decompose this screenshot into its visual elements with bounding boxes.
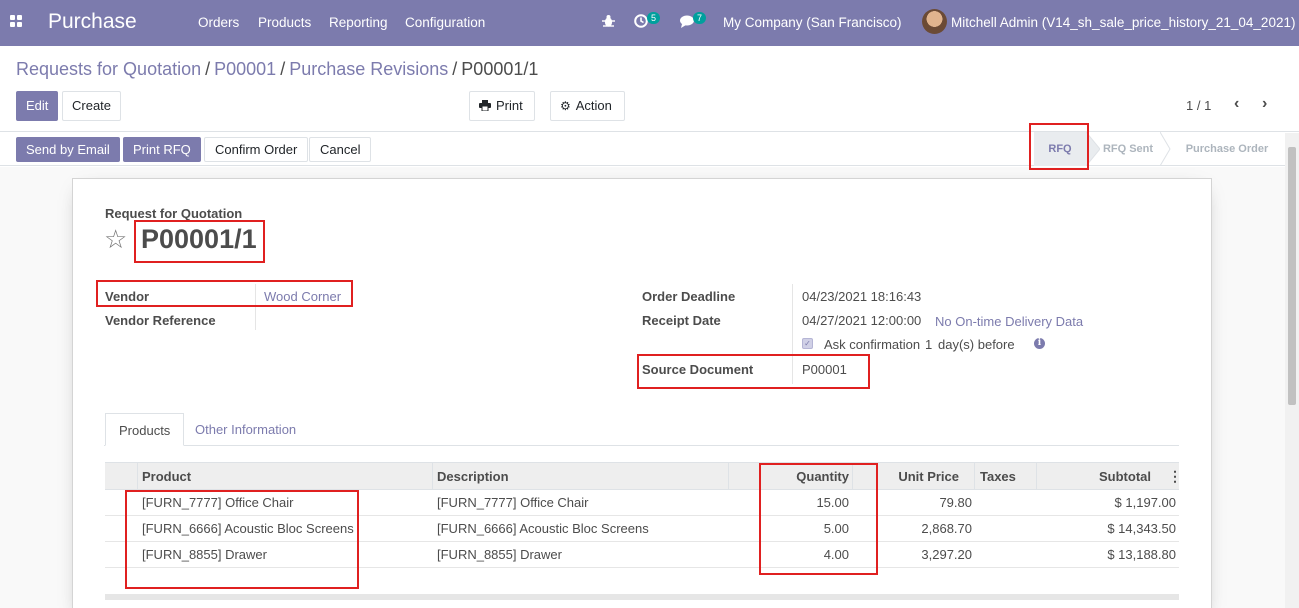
control-panel: Requests for Quotation / P00001/Purchase R… — [0, 46, 1299, 132]
table-row[interactable]: [FURN_8855] Drawer [FURN_8855] Drawer 4.… — [105, 542, 1179, 568]
stage-rfq[interactable]: RFQ — [1034, 132, 1086, 166]
scrollbar[interactable] — [1285, 133, 1299, 608]
column-header-product[interactable]: Product — [142, 463, 191, 490]
table-header: Product Description Quantity Unit Price … — [105, 462, 1182, 490]
print-rfq-button[interactable]: Print RFQ — [123, 137, 201, 162]
cell-product: [FURN_6666] Acoustic Bloc Screens — [142, 521, 354, 536]
company-switcher[interactable]: My Company (San Francisco) — [723, 15, 902, 30]
reminder-suffix-label: day(s) before — [938, 337, 1015, 352]
doc-type-label: Request for Quotation — [105, 206, 243, 221]
column-header-unit-price[interactable]: Unit Price — [863, 463, 959, 490]
pager-value[interactable]: 1 / 1 — [1186, 98, 1211, 113]
table-row[interactable]: [FURN_6666] Acoustic Bloc Screens [FURN_… — [105, 516, 1179, 542]
user-menu[interactable]: Mitchell Admin (V14_sh_sale_price_histor… — [951, 15, 1295, 30]
message-count-badge: 7 — [693, 12, 707, 24]
info-icon[interactable]: i — [1034, 338, 1045, 349]
activity-count-badge: 5 — [647, 12, 661, 24]
breadcrumb: Requests for Quotation / P00001/Purchase R… — [16, 59, 538, 80]
print-label: Print — [496, 98, 523, 113]
column-header-subtotal[interactable]: Subtotal — [1045, 463, 1151, 490]
order-deadline-label: Order Deadline — [642, 289, 736, 304]
column-options-icon[interactable]: ⋮ — [1168, 463, 1182, 490]
tab-products[interactable]: Products — [105, 413, 185, 446]
column-separator — [1036, 463, 1037, 490]
breadcrumb-revisions[interactable]: Purchase Revisions — [289, 59, 448, 79]
menu-configuration[interactable]: Configuration — [405, 15, 485, 30]
cell-unit-price: 3,297.20 — [921, 547, 972, 562]
cell-description: [FURN_6666] Acoustic Bloc Screens — [437, 521, 649, 536]
ask-confirmation-label: Ask confirmation — [824, 337, 921, 352]
column-separator — [432, 463, 433, 490]
reminder-days-field[interactable]: 1 — [925, 337, 932, 352]
vendor-reference-label: Vendor Reference — [105, 313, 216, 328]
bug-icon[interactable] — [602, 14, 615, 28]
print-button[interactable]: Print — [469, 91, 535, 121]
table-row[interactable]: [FURN_7777] Office Chair [FURN_7777] Off… — [105, 490, 1179, 516]
breadcrumb-p00001[interactable]: P00001 — [214, 59, 276, 79]
receipt-date-field[interactable]: 04/27/2021 12:00:00 — [802, 313, 921, 328]
cell-product: [FURN_8855] Drawer — [142, 547, 267, 562]
clock-icon[interactable] — [634, 14, 648, 28]
field-divider — [792, 284, 793, 384]
confirm-order-button[interactable]: Confirm Order — [204, 137, 309, 162]
star-icon[interactable]: ☆ — [104, 226, 127, 252]
cell-unit-price: 79.80 — [939, 495, 972, 510]
breadcrumb-separator: / — [280, 59, 286, 79]
column-separator — [137, 463, 138, 490]
source-document-field[interactable]: P00001 — [802, 362, 847, 377]
cell-subtotal: $ 1,197.00 — [1114, 495, 1176, 510]
scrollbar-thumb[interactable] — [1288, 147, 1296, 405]
field-divider — [255, 284, 256, 330]
source-document-label: Source Document — [642, 362, 754, 377]
column-separator — [852, 463, 853, 490]
cell-product: [FURN_7777] Office Chair — [142, 495, 294, 510]
column-header-taxes[interactable]: Taxes — [980, 463, 1016, 490]
menu-orders[interactable]: Orders — [198, 15, 239, 30]
ask-confirmation-checkbox[interactable]: ✓ — [802, 338, 813, 349]
cell-unit-price: 2,868.70 — [921, 521, 972, 536]
send-by-email-button[interactable]: Send by Email — [16, 137, 120, 162]
gear-icon: ⚙ — [560, 99, 571, 113]
stage-rfq-sent[interactable]: RFQ Sent — [1096, 132, 1160, 166]
order-deadline-field[interactable]: 04/23/2021 18:16:43 — [802, 289, 921, 304]
apps-grid-icon[interactable] — [10, 15, 24, 29]
pager-previous-icon[interactable]: ‹ — [1234, 95, 1239, 113]
pager-next-icon[interactable]: › — [1262, 95, 1267, 113]
stage-purchase-order[interactable]: Purchase Order — [1172, 132, 1282, 166]
vendor-field[interactable]: Wood Corner — [264, 289, 341, 304]
on-time-delivery-link[interactable]: No On-time Delivery Data — [935, 314, 1083, 329]
status-bar: Send by Email Print RFQ Confirm Order Ca… — [0, 132, 1299, 166]
create-button[interactable]: Create — [62, 91, 122, 121]
cell-subtotal: $ 13,188.80 — [1107, 547, 1176, 562]
breadcrumb-rfq[interactable]: Requests for Quotation — [16, 59, 201, 79]
column-separator — [728, 463, 729, 490]
cell-quantity: 15.00 — [816, 495, 849, 510]
column-separator — [974, 463, 975, 490]
cell-description: [FURN_7777] Office Chair — [437, 495, 589, 510]
avatar[interactable] — [922, 9, 947, 34]
table-footer — [105, 594, 1179, 600]
menu-reporting[interactable]: Reporting — [329, 15, 388, 30]
cell-description: [FURN_8855] Drawer — [437, 547, 562, 562]
action-button[interactable]: ⚙ Action — [550, 91, 625, 121]
cell-quantity: 4.00 — [823, 547, 849, 562]
printer-icon — [479, 100, 491, 111]
vendor-label: Vendor — [105, 289, 150, 304]
action-label: Action — [575, 98, 612, 113]
page-title: P00001/1 — [141, 224, 257, 254]
breadcrumb-separator: / — [452, 59, 458, 79]
app-name[interactable]: Purchase — [48, 10, 137, 34]
cancel-button[interactable]: Cancel — [309, 137, 372, 162]
cell-subtotal: $ 14,343.50 — [1107, 521, 1176, 536]
menu-products[interactable]: Products — [258, 15, 311, 30]
tab-other-information[interactable]: Other Information — [182, 413, 309, 446]
receipt-date-label: Receipt Date — [642, 313, 721, 328]
edit-button[interactable]: Edit — [16, 91, 59, 121]
breadcrumb-separator: / — [205, 59, 211, 79]
top-navbar: Purchase Orders Products Reporting Confi… — [0, 0, 1299, 46]
breadcrumb-current: P00001/1 — [461, 59, 539, 79]
column-header-description[interactable]: Description — [437, 463, 509, 490]
column-header-quantity[interactable]: Quantity — [757, 463, 849, 490]
cell-quantity: 5.00 — [823, 521, 849, 536]
